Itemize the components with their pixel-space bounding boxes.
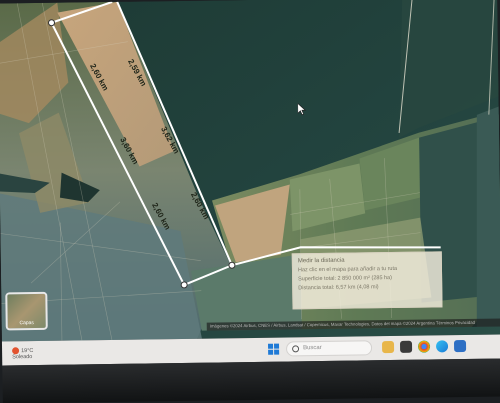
mail-icon[interactable] — [453, 339, 467, 353]
screen: 2,60 km 2,59 km 3,60 km 3,62 km 2,60 km … — [0, 0, 500, 403]
edge-icon[interactable] — [435, 340, 449, 353]
weather-widget[interactable]: 19°C Soleado — [12, 347, 33, 360]
search-icon — [292, 345, 300, 353]
weather-desc: Soleado — [12, 354, 33, 361]
store-icon[interactable] — [399, 340, 413, 353]
layers-label: Capas — [19, 320, 34, 327]
monitor-bezel — [2, 358, 500, 403]
chrome-icon[interactable] — [417, 340, 431, 353]
layers-button[interactable]: Capas — [5, 291, 48, 331]
search-placeholder: Buscar — [303, 345, 322, 352]
file-explorer-icon[interactable] — [381, 341, 395, 354]
total-distance-value: Distancia total: 6,57 km (4,08 mi) — [298, 284, 379, 292]
start-button[interactable] — [268, 343, 280, 356]
satellite-map[interactable]: 2,60 km 2,59 km 3,60 km 3,62 km 2,60 km … — [0, 0, 500, 342]
taskbar-search[interactable]: Buscar — [285, 340, 373, 357]
measure-distance-panel: Medir la distancia Haz clic en el mapa p… — [291, 251, 443, 310]
mouse-pointer-icon — [297, 103, 307, 116]
